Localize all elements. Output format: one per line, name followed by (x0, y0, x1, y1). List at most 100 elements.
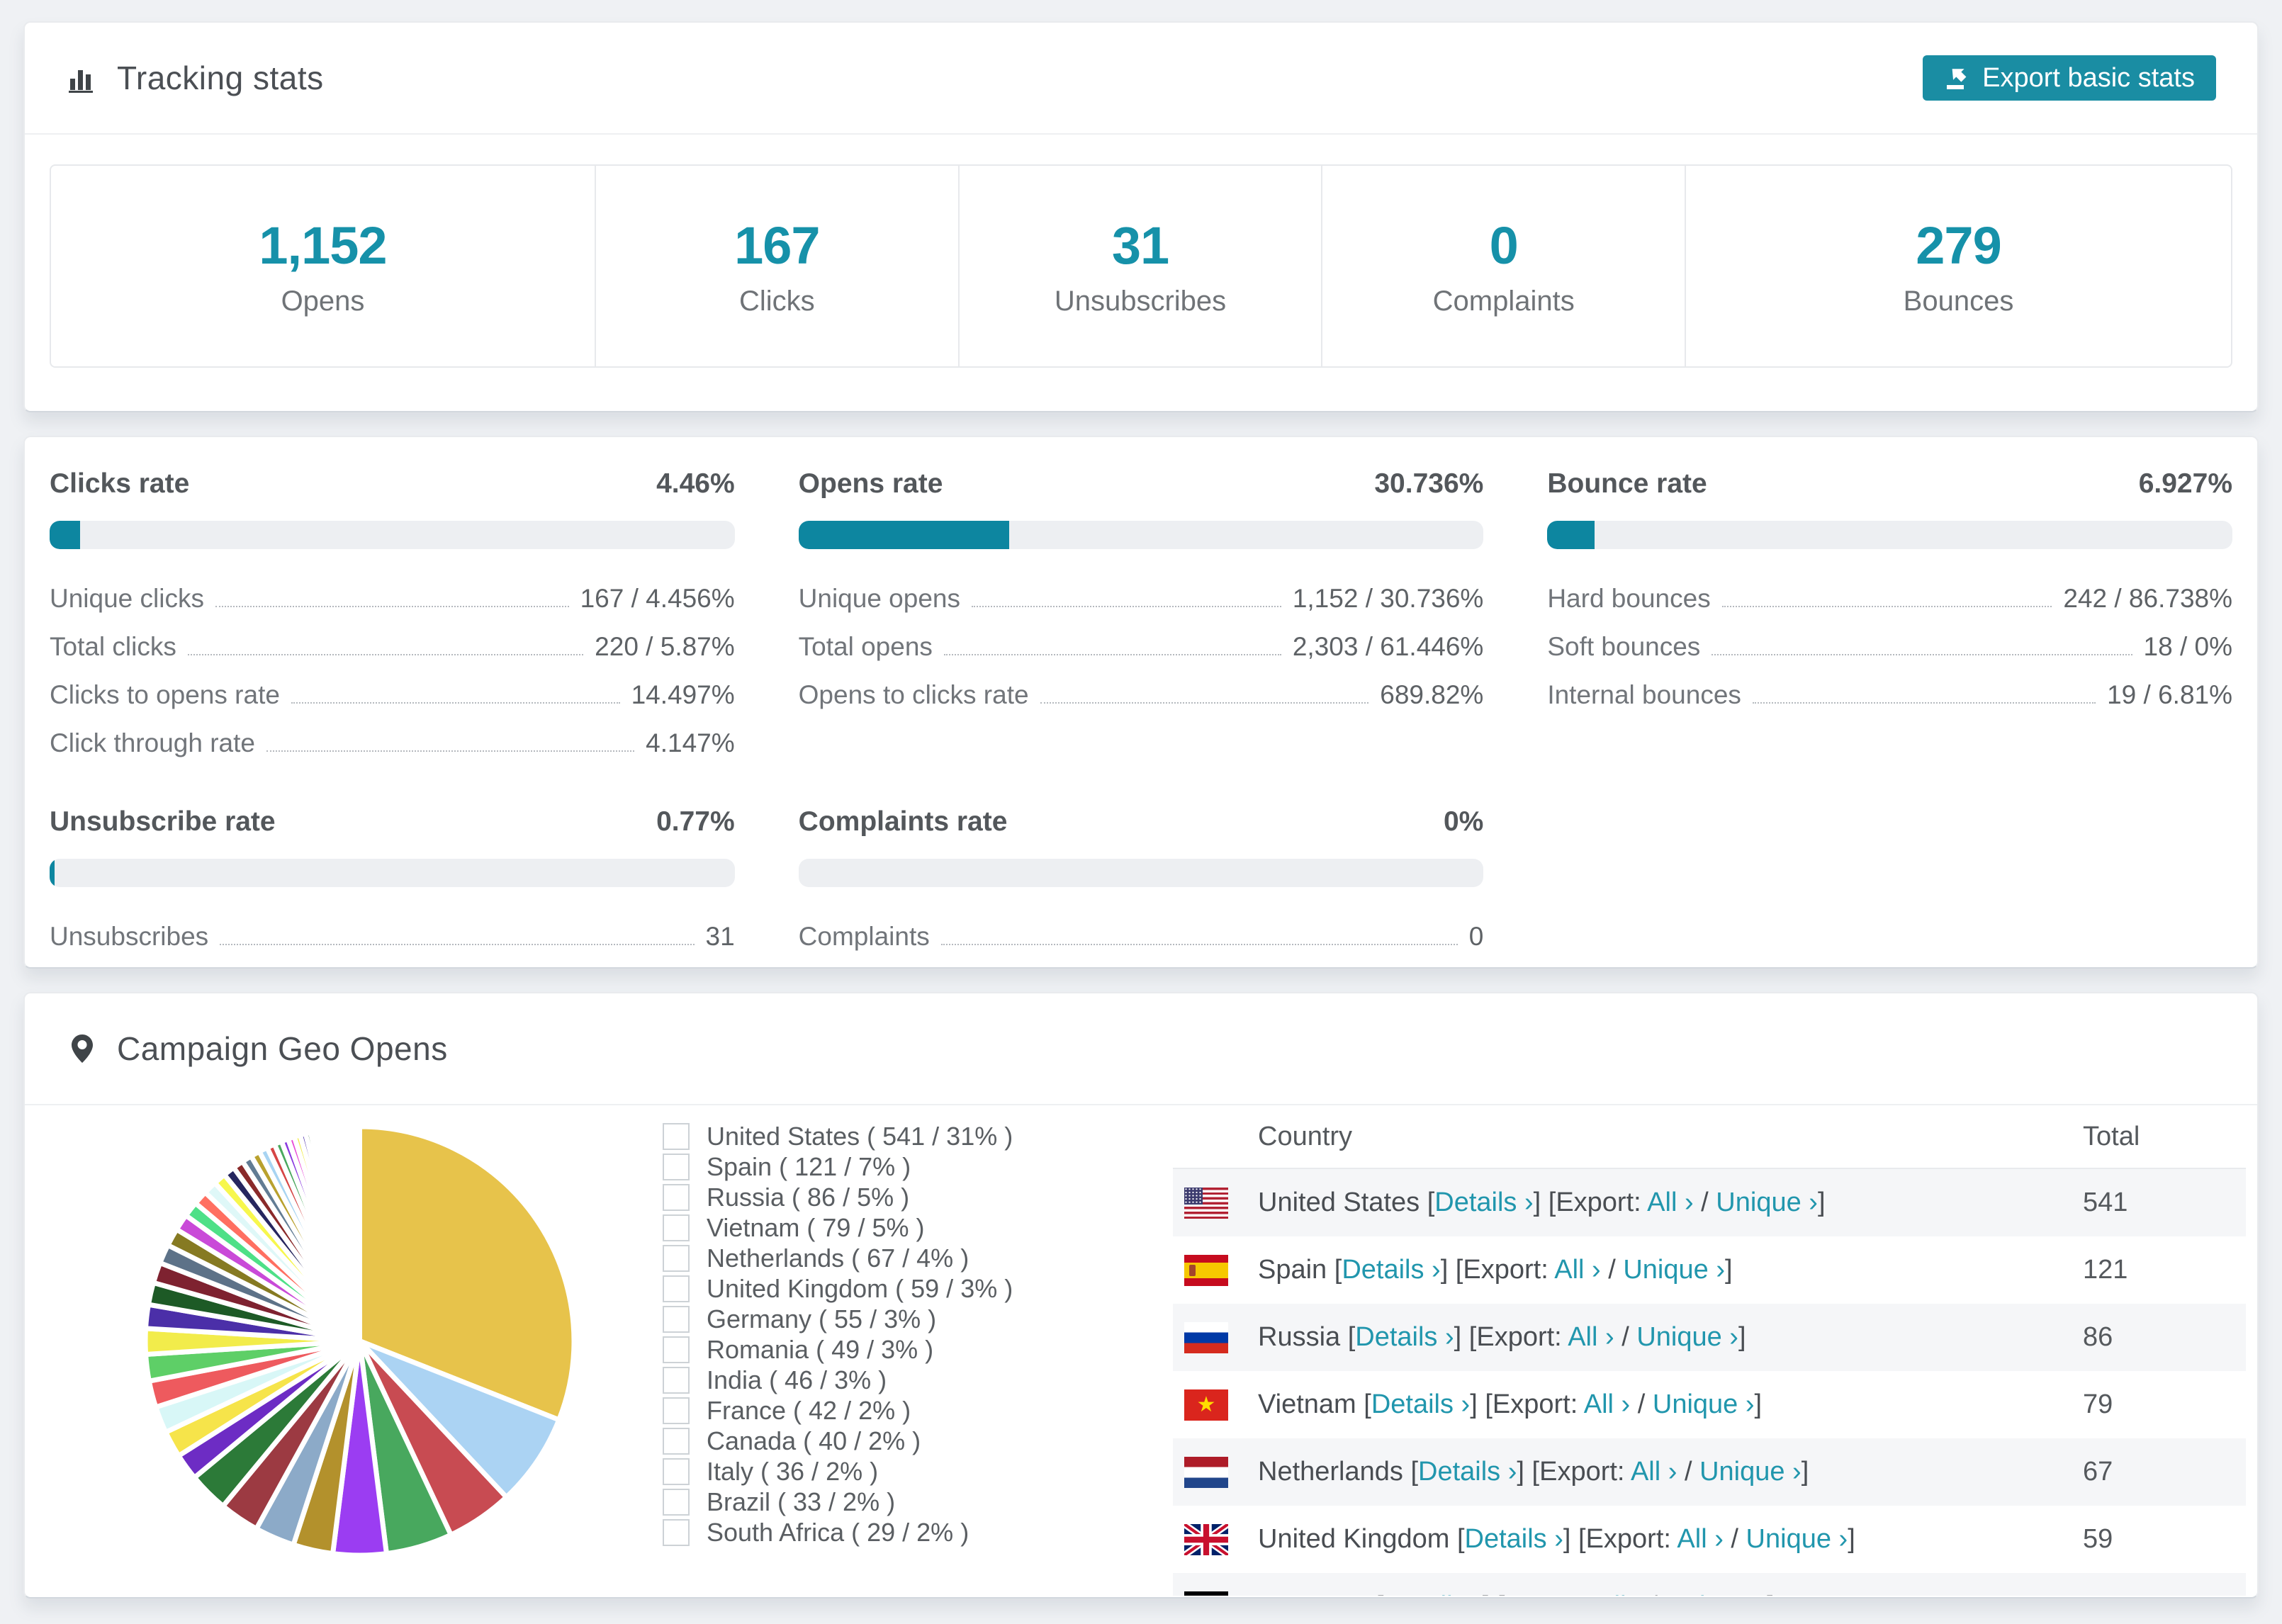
summary-stats-row: 1,152 Opens 167 Clicks 31 Unsubscribes 0 Compla… (50, 164, 2232, 368)
rate-progress-bar (50, 859, 735, 887)
legend-item-netherlands: Netherlands ( 67 / 4% ) (663, 1243, 1013, 1273)
legend-item-germany: Germany ( 55 / 3% ) (663, 1304, 1013, 1334)
stat-tile-clicks: 167 Clicks (596, 166, 960, 366)
detail-value: 242 / 86.738% (2063, 584, 2232, 613)
rate-title: Opens rate (798, 468, 943, 499)
bar-chart-icon (69, 70, 93, 93)
export-prefix: Export: (1585, 1524, 1677, 1554)
legend-swatch (663, 1244, 690, 1272)
stat-value: 31 (1111, 215, 1169, 275)
export-basic-stats-button[interactable]: Export basic stats (1923, 55, 2216, 101)
dotted-leader (1752, 702, 2096, 704)
legend-label: Brazil ( 33 / 2% ) (707, 1487, 896, 1516)
details-link[interactable]: Details › (1434, 1188, 1533, 1217)
rate-detail-rows: Unique clicks 167 / 4.456% Total clicks 220… (50, 575, 735, 767)
rate-value: 30.736% (1374, 468, 1484, 499)
flag-cell (1173, 1591, 1258, 1596)
export-unique-link[interactable]: Unique › (1653, 1389, 1755, 1419)
legend-item-france: France ( 42 / 2% ) (663, 1395, 1013, 1426)
rate-value: 0.77% (656, 806, 735, 837)
export-unique-link[interactable]: Unique › (1623, 1255, 1725, 1285)
country-cell: Netherlands [Details ›] [Export: All › /… (1258, 1457, 1809, 1487)
flag-cell (1173, 1254, 1258, 1286)
dotted-leader (940, 944, 1458, 945)
details-link[interactable]: Details › (1342, 1255, 1440, 1285)
country-cell: Spain [Details ›] [Export: All › / Uniqu… (1258, 1255, 1733, 1285)
rate-detail-row: Click through rate 4.147% (50, 719, 735, 767)
country-cell: United Kingdom [Details ›] [Export: All … (1258, 1524, 1855, 1554)
country-cell: Germany [Details ›] [Export: All › / Uni… (1258, 1591, 2083, 1596)
geo-table-row-spain: Spain [Details ›] [Export: All › / Uniqu… (1173, 1236, 2246, 1304)
flag-vietnam: ★ (1184, 1389, 1228, 1421)
detail-value: 220 / 5.87% (595, 632, 735, 661)
campaign-geo-opens-card: Campaign Geo Opens United States ( 541 /… (23, 992, 2259, 1598)
rate-head: Clicks rate 4.46% (50, 468, 735, 500)
flag-cell (1173, 1456, 1258, 1488)
export-all-link[interactable]: All › (1568, 1322, 1614, 1352)
details-link[interactable]: Details › (1383, 1591, 1482, 1596)
detail-value: 4.147% (646, 728, 735, 757)
export-unique-link[interactable]: Unique › (1716, 1188, 1818, 1217)
export-icon (1947, 69, 1967, 89)
export-all-link[interactable]: All › (1631, 1457, 1677, 1487)
rate-detail-row: Complaints 0 (799, 913, 1484, 961)
legend-label: France ( 42 / 2% ) (707, 1395, 911, 1425)
legend-item-spain: Spain ( 121 / 7% ) (663, 1151, 1013, 1182)
export-all-link[interactable]: All › (1554, 1255, 1600, 1285)
rate-value: 0% (1443, 806, 1484, 837)
detail-label: Unique opens (798, 584, 960, 613)
flag-cell: ★ (1173, 1389, 1258, 1421)
rate-progress-fill (50, 521, 81, 549)
pie-slice-other-53 (355, 1124, 363, 1341)
export-unique-link[interactable]: Unique › (1699, 1457, 1802, 1487)
stat-label: Complaints (1432, 285, 1575, 317)
rate-detail-row: Unsubscribes 31 (50, 913, 735, 961)
detail-label: Complaints (798, 922, 930, 951)
total-cell: 541 (2083, 1188, 2128, 1217)
details-link[interactable]: Details › (1465, 1524, 1563, 1554)
total-cell: 79 (2083, 1389, 2113, 1419)
details-link[interactable]: Details › (1418, 1457, 1517, 1487)
details-link[interactable]: Details › (1371, 1389, 1470, 1419)
detail-label: Click through rate (50, 728, 255, 757)
rate-block-complaints-rate: Complaints rate 0% Complaints 0 (798, 806, 1484, 961)
rate-progress-fill (1547, 521, 1595, 549)
detail-label: Total opens (798, 632, 933, 661)
export-all-link[interactable]: All › (1596, 1591, 1642, 1596)
export-all-link[interactable]: All › (1584, 1389, 1630, 1419)
rates-card: Clicks rate 4.46% Unique clicks 167 / 4.456… (23, 436, 2259, 969)
geo-table-header-row: Country Total (1173, 1105, 2246, 1169)
export-unique-link[interactable]: Unique › (1746, 1524, 1848, 1554)
export-unique-link[interactable]: Unique › (1665, 1591, 1767, 1596)
geo-title: Campaign Geo Opens (117, 1030, 448, 1067)
detail-label: Opens to clicks rate (798, 680, 1029, 709)
country-name: Russia (1258, 1322, 1348, 1352)
rate-detail-row: Unique clicks 167 / 4.456% (50, 575, 735, 623)
details-link[interactable]: Details › (1355, 1322, 1454, 1352)
legend-swatch (663, 1305, 690, 1333)
detail-label: Unique clicks (50, 584, 204, 613)
rate-detail-rows: Complaints 0 (799, 913, 1484, 961)
legend-label: Spain ( 121 / 7% ) (707, 1151, 911, 1181)
detail-value: 18 / 0% (2143, 632, 2232, 661)
rate-block-bounce-rate: Bounce rate 6.927% Hard bounces 242 / 86.73… (1547, 468, 2232, 719)
export-all-link[interactable]: All › (1677, 1524, 1723, 1554)
stat-label: Opens (281, 285, 365, 317)
stat-value: 0 (1489, 215, 1519, 275)
detail-value: 0 (1468, 922, 1484, 951)
rate-detail-row: Hard bounces 242 / 86.738% (1547, 575, 2232, 623)
dotted-leader (1721, 606, 2052, 607)
detail-label: Clicks to opens rate (50, 680, 280, 709)
detail-value: 31 (705, 922, 735, 951)
detail-label: Hard bounces (1547, 584, 1711, 613)
detail-value: 167 / 4.456% (580, 584, 735, 613)
stat-label: Bounces (1903, 285, 2014, 317)
detail-value: 19 / 6.81% (2107, 680, 2232, 709)
export-unique-link[interactable]: Unique › (1636, 1322, 1738, 1352)
rate-title: Bounce rate (1547, 468, 1707, 499)
legend-label: South Africa ( 29 / 2% ) (707, 1517, 969, 1547)
export-prefix: Export: (1463, 1255, 1555, 1285)
rate-progress-bar (50, 521, 735, 549)
legend-swatch (663, 1366, 690, 1394)
export-all-link[interactable]: All › (1647, 1188, 1693, 1217)
